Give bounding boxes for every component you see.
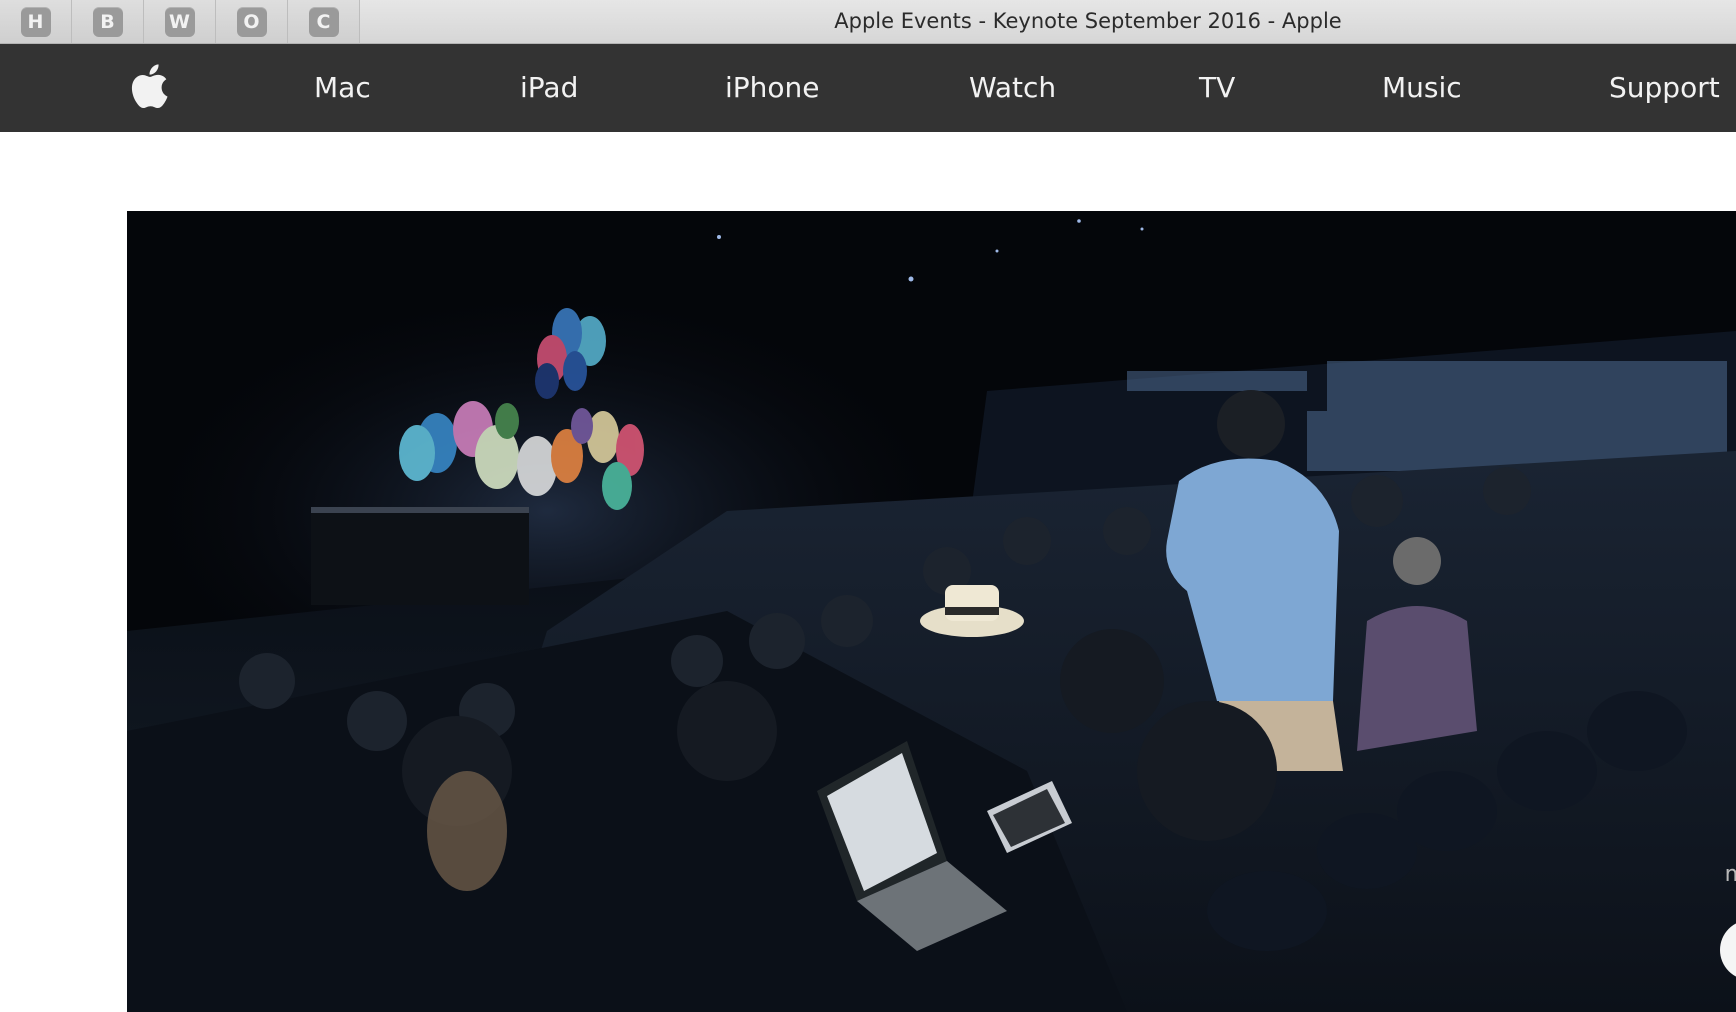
nav-item-tv[interactable]: TV xyxy=(1199,44,1235,132)
stage-lectern-top xyxy=(311,507,529,513)
bookmark-h-icon: H xyxy=(20,6,51,37)
nav-item-ipad[interactable]: iPad xyxy=(520,44,578,132)
nav-item-support[interactable]: Support xyxy=(1609,44,1720,132)
bookmarks-bar: H B W O C xyxy=(0,0,360,43)
bookmark-w[interactable]: W xyxy=(144,0,216,43)
video-side-text: m xyxy=(1724,862,1736,887)
blonde-hair-foreground xyxy=(427,771,507,891)
bookmark-o[interactable]: O xyxy=(216,0,288,43)
nav-item-mac[interactable]: Mac xyxy=(314,44,371,132)
bookmark-o-icon: O xyxy=(236,6,267,37)
bookmark-b-icon: B xyxy=(92,6,123,37)
nav-item-iphone[interactable]: iPhone xyxy=(725,44,820,132)
keynote-video-frame xyxy=(127,211,1736,1012)
stage-lectern xyxy=(311,509,529,605)
browser-titlebar: H B W O C Apple Events - Keynote Septemb… xyxy=(0,0,1736,44)
keynote-video[interactable] xyxy=(127,211,1736,1012)
bookmark-h[interactable]: H xyxy=(0,0,72,43)
apple-logo-icon[interactable] xyxy=(124,62,170,110)
window-title: Apple Events - Keynote September 2016 - … xyxy=(834,9,1342,33)
bookmark-w-icon: W xyxy=(164,6,195,37)
global-nav: Mac iPad iPhone Watch TV Music Support xyxy=(0,44,1736,132)
nav-item-music[interactable]: Music xyxy=(1382,44,1462,132)
bookmark-c-icon: C xyxy=(308,6,339,37)
bookmark-b[interactable]: B xyxy=(72,0,144,43)
nav-item-watch[interactable]: Watch xyxy=(969,44,1056,132)
